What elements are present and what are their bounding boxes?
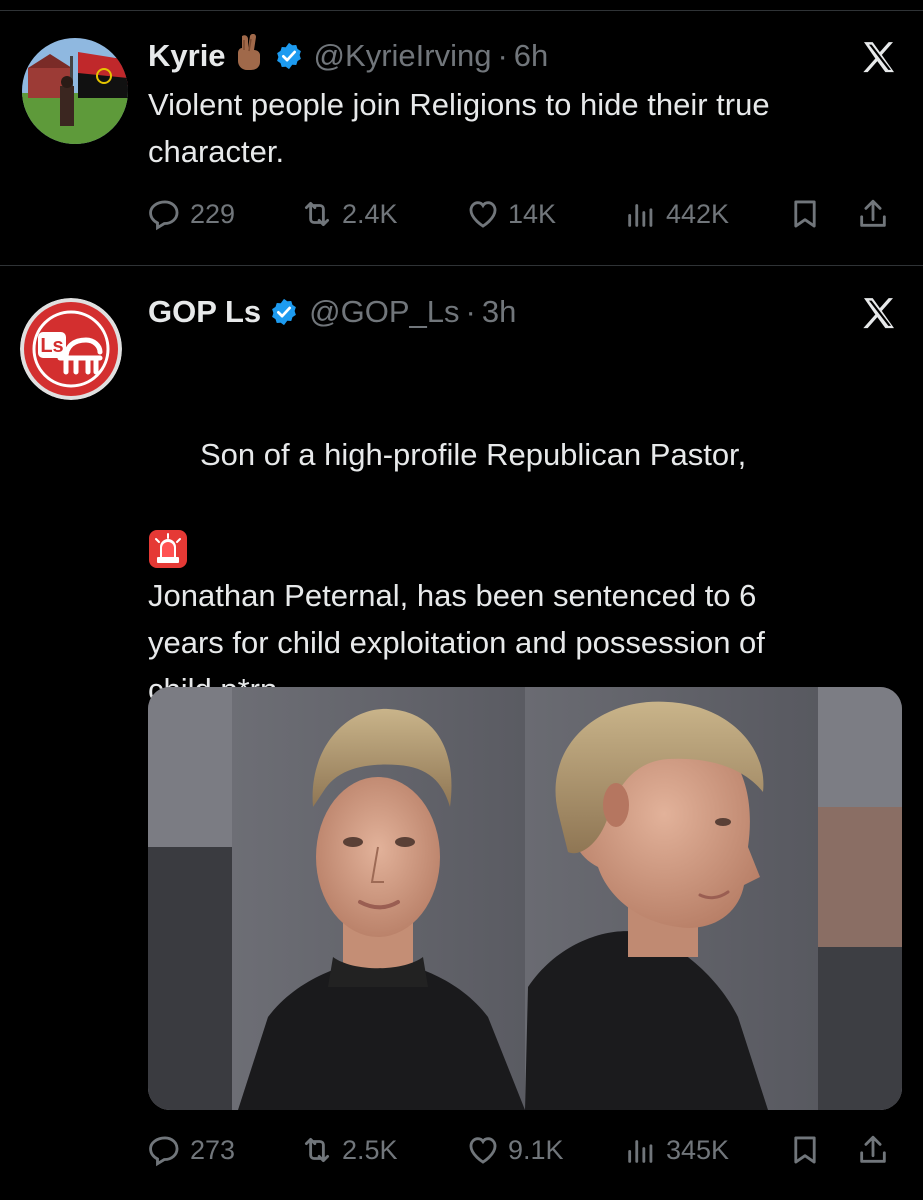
user-handle[interactable]: @GOP_Ls bbox=[309, 294, 459, 330]
views-icon bbox=[628, 1140, 653, 1163]
views-button[interactable]: 442K bbox=[624, 197, 729, 231]
tweet-text: Violent people join Religions to hide th… bbox=[148, 87, 770, 169]
separator: · bbox=[497, 38, 508, 73]
reply-icon bbox=[149, 1136, 179, 1167]
retweet-count: 2.5K bbox=[342, 1134, 398, 1165]
bookmark-button[interactable] bbox=[788, 197, 830, 231]
reply-count: 273 bbox=[190, 1134, 236, 1165]
tweet-gop-ls[interactable]: Ls GOP Ls @GOP_Ls · 3h Son of a high-pro… bbox=[0, 266, 923, 1200]
retweet-icon bbox=[304, 1137, 330, 1163]
timestamp[interactable]: 3h bbox=[482, 294, 516, 330]
tweet-kyrie[interactable]: Kyrie @KyrieIrving · 6h Violent people j… bbox=[0, 0, 923, 265]
views-count: 345K bbox=[666, 1134, 730, 1165]
like-icon bbox=[469, 1137, 497, 1164]
reply-icon bbox=[149, 200, 179, 231]
share-icon bbox=[860, 199, 886, 227]
share-button[interactable] bbox=[856, 1133, 898, 1167]
like-icon bbox=[469, 201, 497, 228]
display-name[interactable]: Kyrie bbox=[148, 38, 226, 74]
tweet-header: Kyrie @KyrieIrving · 6h bbox=[148, 33, 548, 78]
verified-badge-icon[interactable] bbox=[274, 41, 304, 71]
like-count: 14K bbox=[508, 198, 557, 229]
separator: · bbox=[465, 294, 476, 329]
tweet-header: GOP Ls @GOP_Ls · 3h bbox=[148, 292, 516, 332]
avatar[interactable]: Ls bbox=[20, 298, 122, 400]
views-button[interactable]: 345K bbox=[624, 1133, 729, 1167]
retweet-button[interactable]: 2.5K bbox=[300, 1133, 398, 1167]
reply-button[interactable]: 273 bbox=[148, 1133, 235, 1167]
reply-button[interactable]: 229 bbox=[148, 197, 235, 231]
tweet-media-image[interactable] bbox=[148, 687, 902, 1110]
share-button[interactable] bbox=[856, 197, 898, 231]
tweet-actions: 229 2.4K 14K 442K bbox=[148, 192, 908, 236]
user-handle[interactable]: @KyrieIrving bbox=[314, 38, 492, 74]
avatar-letters: Ls bbox=[40, 335, 63, 357]
tweet-actions: 273 2.5K 9.1K 345K bbox=[148, 1128, 908, 1172]
views-icon bbox=[628, 204, 653, 227]
siren-emoji-icon bbox=[148, 435, 188, 568]
crossed-fingers-emoji-icon bbox=[232, 33, 264, 78]
bookmark-icon bbox=[794, 1136, 816, 1164]
like-button[interactable]: 14K bbox=[466, 197, 556, 231]
timestamp[interactable]: 6h bbox=[514, 38, 548, 74]
x-logo-icon bbox=[859, 294, 899, 334]
bookmark-button[interactable] bbox=[788, 1133, 830, 1167]
x-logo-icon bbox=[859, 38, 899, 78]
avatar[interactable] bbox=[22, 38, 128, 144]
display-name[interactable]: GOP Ls bbox=[148, 294, 261, 330]
retweet-icon bbox=[304, 201, 330, 227]
verified-badge-icon[interactable] bbox=[269, 297, 299, 327]
bookmark-icon bbox=[794, 200, 816, 228]
reply-count: 229 bbox=[190, 198, 236, 229]
retweet-button[interactable]: 2.4K bbox=[300, 197, 398, 231]
tweet-text-line1: Son of a high-profile Republican Pastor, bbox=[200, 437, 747, 472]
share-icon bbox=[860, 1135, 886, 1163]
retweet-count: 2.4K bbox=[342, 198, 398, 229]
like-count: 9.1K bbox=[508, 1134, 564, 1165]
like-button[interactable]: 9.1K bbox=[466, 1133, 564, 1167]
views-count: 442K bbox=[666, 198, 730, 229]
